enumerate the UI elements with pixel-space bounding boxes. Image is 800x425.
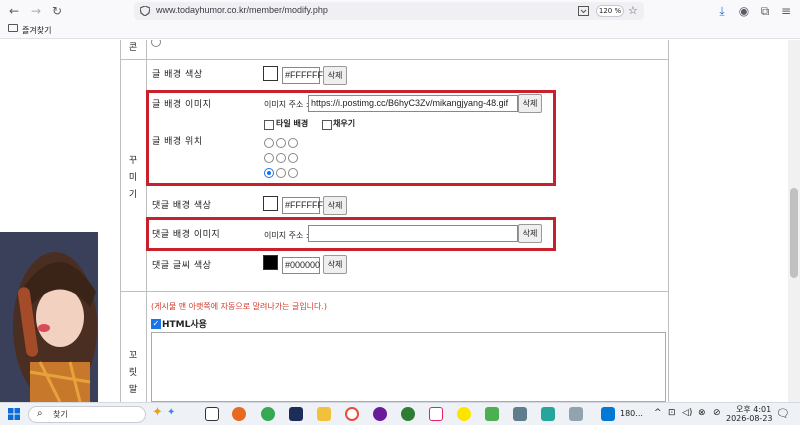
tile-checkbox[interactable]	[264, 120, 274, 130]
weather-icon[interactable]	[601, 407, 615, 421]
reader-icon[interactable]	[578, 6, 589, 16]
taskbar-search-label: 찾기	[53, 410, 68, 419]
file-explorer-icon[interactable]	[317, 407, 331, 421]
comment-font-color-swatch[interactable]	[263, 255, 278, 270]
url-text: www.todayhumor.co.kr/member/modify.php	[156, 5, 328, 15]
comment-font-color-input[interactable]: #000000	[282, 257, 320, 274]
position-radio-7[interactable]	[264, 168, 274, 178]
back-icon[interactable]: ←	[6, 3, 22, 19]
app-icon-6[interactable]	[513, 407, 527, 421]
sparkle-icon: ✦	[167, 407, 176, 418]
volume-icon[interactable]: ◁)	[682, 408, 692, 418]
extensions-icon[interactable]: ⧉	[757, 3, 773, 19]
taskbar-search[interactable]: ⌕ 찾기	[28, 406, 146, 423]
comment-font-color-delete-button[interactable]: 삭제	[323, 255, 347, 274]
app-icon-3[interactable]	[373, 407, 387, 421]
bookmark-folder[interactable]: 즐겨찾기	[22, 25, 51, 36]
signature-char-1: 꼬	[128, 351, 138, 361]
comment-bg-color-swatch[interactable]	[263, 196, 278, 211]
position-radio-3[interactable]	[288, 138, 298, 148]
comment-bg-color-delete-button[interactable]: 삭제	[323, 196, 347, 215]
bg-image-label: 글 배경 이미지	[152, 100, 212, 110]
chevron-up-icon[interactable]: ^	[654, 408, 662, 418]
page-scrollbar[interactable]	[788, 40, 800, 402]
comment-font-color-label: 댓글 글씨 색상	[152, 261, 212, 271]
position-radio-8[interactable]	[276, 168, 286, 178]
taskbar: ⌕ 찾기 ✦ ✦ 180... ^ ⊡ ◁) ⊗ ⊘ 오후 4:01 2026-…	[0, 402, 800, 425]
torrent-icon[interactable]	[401, 407, 415, 421]
signature-textarea[interactable]	[151, 332, 666, 402]
position-radio-5[interactable]	[276, 153, 286, 163]
notification-icon[interactable]: 🗨	[776, 407, 790, 420]
html-checkbox[interactable]: ✓	[151, 319, 161, 329]
shield-icon	[140, 6, 150, 16]
decorate-char-1: 꾸	[128, 156, 138, 166]
scrollbar-thumb[interactable]	[790, 188, 798, 278]
bg-position-label: 글 배경 위치	[152, 137, 203, 147]
avatar-image	[0, 232, 98, 402]
app-icon-4[interactable]	[429, 407, 443, 421]
chrome-icon[interactable]	[261, 407, 275, 421]
address-bar[interactable]: www.todayhumor.co.kr/member/modify.php 1…	[134, 2, 644, 20]
account-icon[interactable]: ◉	[736, 3, 752, 19]
star-icon[interactable]: ☆	[628, 4, 638, 17]
comment-bg-image-label: 댓글 배경 이미지	[152, 230, 221, 240]
bg-image-delete-button[interactable]: 삭제	[518, 94, 542, 113]
position-radio-1[interactable]	[264, 138, 274, 148]
task-view-icon[interactable]	[205, 407, 219, 421]
app-icon-8[interactable]	[569, 407, 583, 421]
clock-date[interactable]: 2026-08-23	[726, 414, 773, 423]
radio-top[interactable]	[151, 40, 161, 47]
browser-toolbar: ← → ↻ www.todayhumor.co.kr/member/modify…	[0, 0, 800, 22]
copilot-sparkle-icon[interactable]: ✦	[152, 405, 163, 420]
decorate-char-2: 미	[128, 173, 138, 183]
bg-color-delete-button[interactable]: 삭제	[323, 66, 347, 85]
comment-bg-color-input[interactable]: #FFFFFF	[282, 197, 323, 214]
app-icon-7[interactable]	[541, 407, 555, 421]
comment-image-addr-label: 이미지 주소 :	[264, 231, 309, 240]
forward-icon[interactable]: →	[28, 3, 44, 19]
app-icon-2[interactable]	[345, 407, 359, 421]
page-content: 콘 꾸 미 기 글 배경 색상 #FFFFFF 삭제 글 배경 이미지 이미지 …	[0, 40, 788, 402]
windows-start-icon[interactable]	[8, 408, 20, 420]
search-icon: ⌕	[37, 408, 43, 419]
position-radio-9[interactable]	[288, 168, 298, 178]
bg-image-input[interactable]: https://i.postimg.cc/B6hyC3Zv/mikangjyan…	[308, 95, 518, 112]
position-radio-2[interactable]	[276, 138, 286, 148]
firefox-icon[interactable]	[232, 407, 246, 421]
fill-label: 채우기	[333, 119, 356, 128]
mute-icon[interactable]: ⊗	[698, 408, 706, 418]
bg-color-label: 글 배경 색상	[152, 70, 203, 80]
position-radio-6[interactable]	[288, 153, 298, 163]
bookmarks-bar: 즐겨찾기	[0, 22, 800, 39]
network-icon[interactable]: ⊡	[668, 408, 676, 418]
download-icon[interactable]: ⤓	[714, 3, 730, 19]
decorate-char-3: 기	[128, 190, 138, 200]
fill-checkbox[interactable]	[322, 120, 332, 130]
kakaotalk-icon[interactable]	[457, 407, 471, 421]
position-radio-4[interactable]	[264, 153, 274, 163]
tile-label: 타일 배경	[276, 119, 309, 128]
app-icon-1[interactable]	[289, 407, 303, 421]
mic-icon[interactable]: ⊘	[713, 408, 721, 418]
signature-char-2: 릿	[128, 368, 138, 378]
comment-bg-color-label: 댓글 배경 색상	[152, 201, 212, 211]
reload-icon[interactable]: ↻	[49, 3, 65, 19]
comment-bg-image-input[interactable]	[308, 225, 518, 242]
bg-color-input[interactable]: #FFFFFF	[282, 67, 323, 84]
section-top-label: 콘	[128, 43, 138, 53]
image-addr-label: 이미지 주소 :	[264, 100, 309, 109]
signature-char-3: 말	[128, 385, 138, 395]
app-icon-5[interactable]	[485, 407, 499, 421]
folder-icon	[8, 24, 18, 32]
zoom-indicator[interactable]: 120 %	[596, 5, 624, 17]
menu-icon[interactable]: ≡	[778, 3, 794, 19]
signature-notice: (게시물 맨 아랫쪽에 자동으로 말려나가는 글입니다.)	[151, 302, 328, 311]
html-label: HTML사용	[162, 320, 207, 330]
weather-text[interactable]: 180...	[620, 409, 643, 418]
bg-color-swatch[interactable]	[263, 66, 278, 81]
comment-bg-image-delete-button[interactable]: 삭제	[518, 224, 542, 243]
